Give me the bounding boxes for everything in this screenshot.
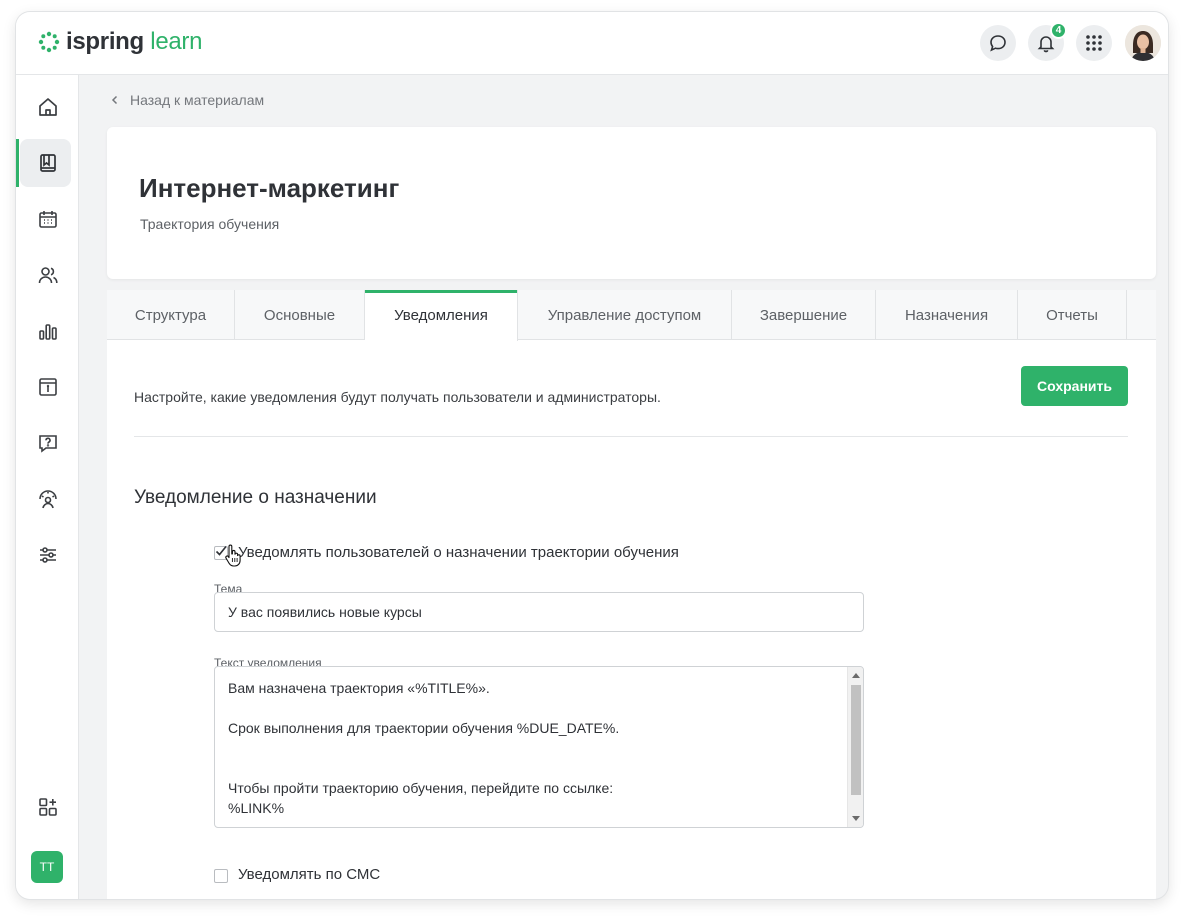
- sidebar: TT: [16, 75, 79, 899]
- ispring-learn-logo[interactable]: ispring learn: [38, 29, 202, 55]
- subject-input[interactable]: У вас появились новые курсы: [214, 592, 864, 632]
- divider: [134, 436, 1128, 437]
- back-link-label: Назад к материалам: [130, 92, 265, 108]
- notify-users-label[interactable]: Уведомлять пользователей о назначении тр…: [238, 544, 679, 561]
- scroll-up-arrow-icon[interactable]: [852, 673, 860, 678]
- notification-body-textarea[interactable]: Вам назначена траектория «%TITLE%». Срок…: [214, 666, 864, 828]
- logo-word-ispring: ispring: [66, 28, 144, 55]
- page-title: Интернет-маркетинг: [139, 173, 400, 203]
- sidebar-item-support[interactable]: [16, 475, 79, 523]
- tab-assignments[interactable]: Назначения: [876, 290, 1018, 340]
- tabs-bar: Структура Основные Уведомления Управлени…: [107, 290, 1156, 341]
- sidebar-item-home[interactable]: [16, 83, 79, 131]
- tab-notifications[interactable]: Уведомления: [365, 290, 518, 341]
- logo-word-learn: learn: [150, 28, 203, 55]
- tab-completion[interactable]: Завершение: [732, 290, 876, 340]
- sidebar-item-calendar[interactable]: [16, 195, 79, 243]
- chat-icon: [990, 35, 1006, 52]
- save-button[interactable]: Сохранить: [1021, 366, 1128, 406]
- bar-chart-icon: [38, 324, 57, 340]
- current-user-chip[interactable]: TT: [31, 851, 63, 883]
- tab-reports[interactable]: Отчеты: [1018, 290, 1127, 340]
- avatar-portrait-icon: [1125, 25, 1161, 61]
- sidebar-item-questions[interactable]: [16, 419, 79, 467]
- chat-button[interactable]: [980, 25, 1016, 61]
- back-to-materials-link[interactable]: Назад к материалам: [110, 92, 264, 108]
- settings-panel: Структура Основные Уведомления Управлени…: [107, 290, 1156, 899]
- notifications-badge: 4: [1050, 22, 1067, 39]
- logo-burst-icon: [38, 31, 60, 53]
- user-avatar[interactable]: [1125, 25, 1161, 61]
- course-header-card: Интернет-маркетинг Траектория обучения: [107, 127, 1156, 279]
- calendar-icon: [38, 211, 57, 228]
- tab-access-control[interactable]: Управление доступом: [518, 290, 732, 340]
- users-icon: [38, 267, 58, 284]
- notify-sms-label[interactable]: Уведомлять по СМС: [238, 866, 380, 883]
- question-icon: [38, 435, 57, 453]
- active-indicator: [16, 139, 19, 187]
- sidebar-item-materials[interactable]: [16, 139, 79, 187]
- add-widget-icon: [38, 798, 57, 816]
- textarea-scrollbar[interactable]: [847, 667, 863, 827]
- notifications-button[interactable]: 4: [1028, 22, 1067, 61]
- hand-cursor-icon: [225, 544, 241, 567]
- body-line: Чтобы пройти траекторию обучения, перейд…: [228, 780, 614, 796]
- book-icon: [39, 154, 56, 172]
- sidebar-item-add-widget[interactable]: [16, 783, 79, 831]
- sidebar-item-info[interactable]: [16, 363, 79, 411]
- sidebar-item-settings[interactable]: [16, 531, 79, 579]
- scroll-down-arrow-icon[interactable]: [852, 816, 860, 821]
- apps-button[interactable]: [1076, 25, 1112, 61]
- page-subtitle: Траектория обучения: [140, 216, 280, 232]
- notify-sms-checkbox[interactable]: [214, 869, 228, 883]
- body-line: %LINK%: [228, 800, 285, 816]
- notifications-description: Настройте, какие уведомления будут получ…: [134, 389, 661, 405]
- tab-general[interactable]: Основные: [235, 290, 365, 340]
- body-line: Вам назначена траектория «%TITLE%».: [228, 680, 490, 696]
- sidebar-item-users[interactable]: [16, 251, 79, 299]
- scrollbar-thumb[interactable]: [851, 685, 861, 795]
- sidebar-item-reports[interactable]: [16, 307, 79, 355]
- info-card-icon: [38, 378, 57, 396]
- chevron-left-icon: [111, 95, 118, 105]
- section-title-assignment: Уведомление о назначении: [134, 487, 377, 508]
- support-icon: [38, 490, 57, 509]
- apps-grid-icon: [1086, 35, 1102, 51]
- settings-sliders-icon: [39, 547, 56, 563]
- top-bar: ispring learn 4: [16, 12, 1168, 75]
- app-window: ispring learn 4 TT Назад к материалам Ин…: [16, 12, 1168, 899]
- tab-structure[interactable]: Структура: [107, 290, 235, 340]
- body-line: Срок выполнения для траектории обучения …: [228, 720, 620, 736]
- home-icon: [38, 98, 57, 116]
